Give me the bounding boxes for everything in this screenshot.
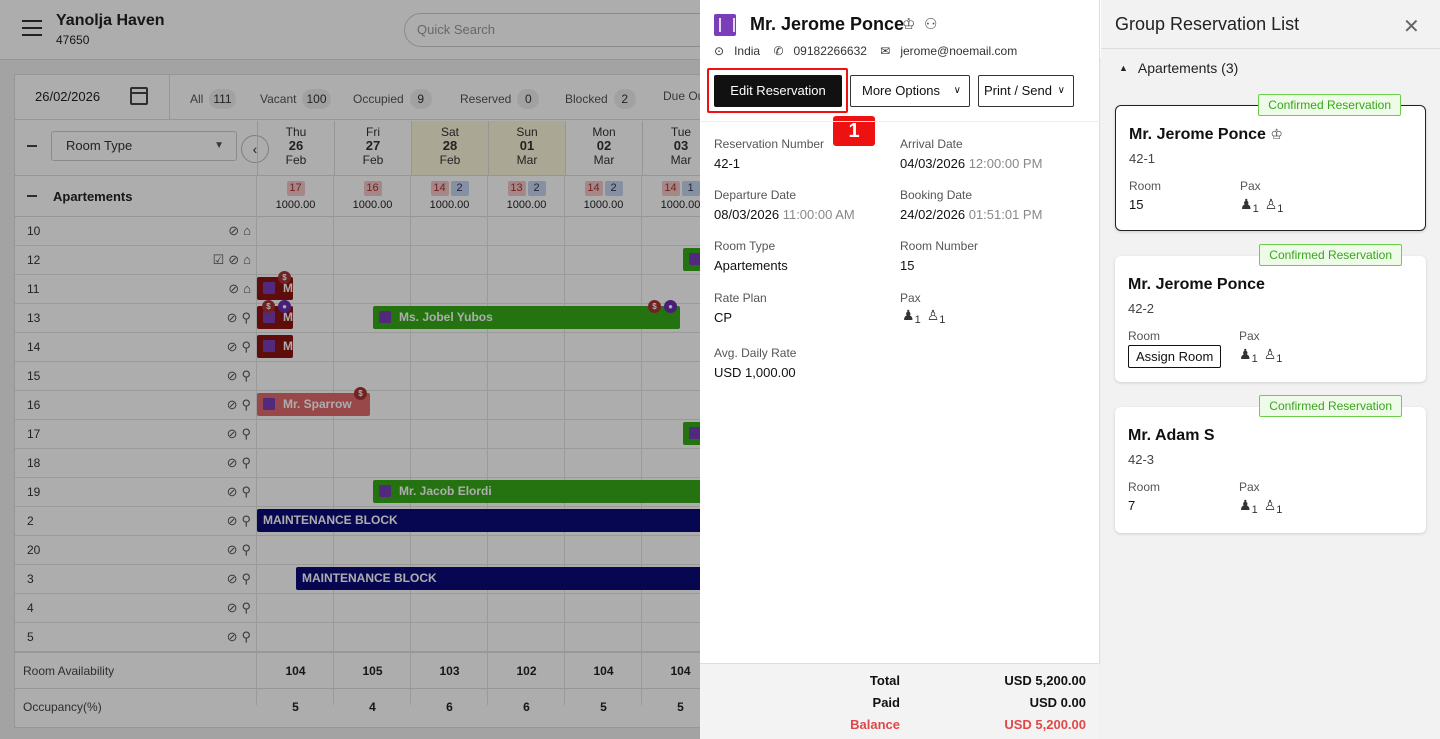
panel-title: Group Reservation List	[1115, 14, 1300, 34]
room-type-label: Room Type	[714, 239, 776, 253]
guest-phone: 09182266632	[793, 44, 867, 58]
arrival-date: 04/03/2026 12:00:00 PM	[900, 156, 1043, 171]
card-pax: ♟1 ♙1	[1240, 196, 1284, 215]
balance-amount: USD 5,200.00	[1004, 717, 1086, 732]
total-label: Total	[869, 673, 900, 688]
adult-icon: ♟	[1240, 196, 1253, 212]
card-guest-name: Mr. Adam S	[1128, 427, 1215, 444]
booking-date: 24/02/2026 01:51:01 PM	[900, 207, 1043, 222]
reservation-number-label: Reservation Number	[714, 137, 825, 151]
room-type: Apartements	[714, 258, 788, 273]
card-room-number: 7	[1128, 498, 1136, 513]
guest-contact: ⊙ India ✆ 09182266632 ✉ jerome@noemail.com	[714, 44, 1027, 58]
total-amount: USD 5,200.00	[1004, 673, 1086, 688]
rate-plan: CP	[714, 310, 733, 325]
room-label: Room	[1128, 480, 1161, 494]
booking-date-label: Booking Date	[900, 188, 973, 202]
chevron-down-icon: ∨	[1057, 85, 1065, 96]
card-room-number: 15	[1129, 197, 1144, 212]
pax-label: Pax	[900, 291, 921, 305]
adult-icon: ♟	[1239, 497, 1252, 513]
card-reservation-number: 42-1	[1129, 151, 1156, 166]
crown-icon: ♔	[902, 16, 916, 33]
group-reservation-panel: Group Reservation List ✕ ▲ Apartements (3…	[1101, 0, 1440, 739]
reservation-card[interactable]: Confirmed Reservation Mr. Jerome Ponce 42-…	[1115, 244, 1426, 382]
paid-label: Paid	[872, 695, 900, 710]
mail-icon: ✉	[880, 44, 891, 58]
print-send-button[interactable]: Print / Send ∨	[978, 75, 1074, 107]
balance-label: Balance	[850, 717, 900, 732]
divider	[1101, 48, 1440, 49]
status-badge: Confirmed Reservation	[1259, 395, 1402, 417]
close-icon[interactable]: ✕	[1403, 14, 1420, 39]
divider	[700, 121, 1100, 122]
location-icon: ⊙	[714, 44, 725, 58]
group-section-toggle[interactable]: ▲ Apartements (3)	[1119, 60, 1238, 76]
pax-label: Pax	[1239, 329, 1260, 343]
card-pax: ♟1 ♙1	[1239, 497, 1283, 516]
card-reservation-number: 42-3	[1128, 452, 1155, 467]
departure-date-label: Departure Date	[714, 188, 797, 202]
child-icon: ♙	[1263, 346, 1277, 362]
avg-daily-rate-label: Avg. Daily Rate	[714, 346, 797, 360]
crown-icon: ♔	[1270, 126, 1283, 142]
room-number-label: Room Number	[900, 239, 979, 253]
group-icon: ⚇	[924, 16, 938, 33]
phone-icon: ✆	[773, 44, 784, 58]
card-pax: ♟1 ♙1	[1239, 346, 1283, 365]
pax-count: ♟1 ♙1	[902, 307, 946, 326]
reservation-detail-panel: Mr. Jerome Ponce ♔ ⚇ ⊙ India ✆ 09182266632…	[700, 0, 1100, 739]
caret-up-icon: ▲	[1119, 63, 1128, 73]
departure-date: 08/03/2026 11:00:00 AM	[714, 207, 855, 222]
guest-email: jerome@noemail.com	[900, 44, 1018, 58]
child-icon: ♙	[926, 307, 940, 323]
totals-section: Total USD 5,200.00 Paid USD 0.00 Balance…	[700, 663, 1100, 739]
child-icon: ♙	[1263, 497, 1277, 513]
adult-icon: ♟	[1239, 346, 1252, 362]
status-badge: Confirmed Reservation	[1258, 94, 1401, 116]
modal-backdrop[interactable]	[0, 0, 700, 739]
child-icon: ♙	[1264, 196, 1278, 212]
card-reservation-number: 42-2	[1128, 301, 1155, 316]
reservation-number: 42-1	[714, 156, 741, 171]
more-options-button[interactable]: More Options ∨	[850, 75, 970, 107]
room-number: 15	[900, 258, 915, 273]
chevron-down-icon: ∨	[953, 85, 961, 96]
edit-reservation-button[interactable]: Edit Reservation	[714, 75, 842, 107]
avg-daily-rate: USD 1,000.00	[714, 365, 796, 380]
assign-room-button[interactable]: Assign Room	[1128, 345, 1222, 368]
room-label: Room	[1129, 179, 1162, 193]
status-badge: Confirmed Reservation	[1259, 244, 1402, 266]
guest-country: India	[734, 44, 761, 58]
rate-plan-label: Rate Plan	[714, 291, 767, 305]
card-guest-name: Mr. Jerome Ponce ♔	[1129, 126, 1283, 143]
adult-icon: ♟	[902, 307, 915, 323]
card-guest-name: Mr. Jerome Ponce	[1128, 276, 1265, 293]
room-label: Room	[1128, 329, 1161, 343]
pax-label: Pax	[1240, 179, 1261, 193]
paid-amount: USD 0.00	[1029, 695, 1086, 710]
reservation-card[interactable]: Confirmed Reservation Mr. Adam S 42-3 Room P…	[1115, 395, 1426, 533]
reservation-card[interactable]: Confirmed Reservation Mr. Jerome Ponce ♔ 4…	[1115, 94, 1426, 231]
guest-name: Mr. Jerome Ponce	[750, 14, 905, 34]
arrival-date-label: Arrival Date	[900, 137, 963, 151]
building-icon	[714, 14, 736, 36]
pax-label: Pax	[1239, 480, 1260, 494]
